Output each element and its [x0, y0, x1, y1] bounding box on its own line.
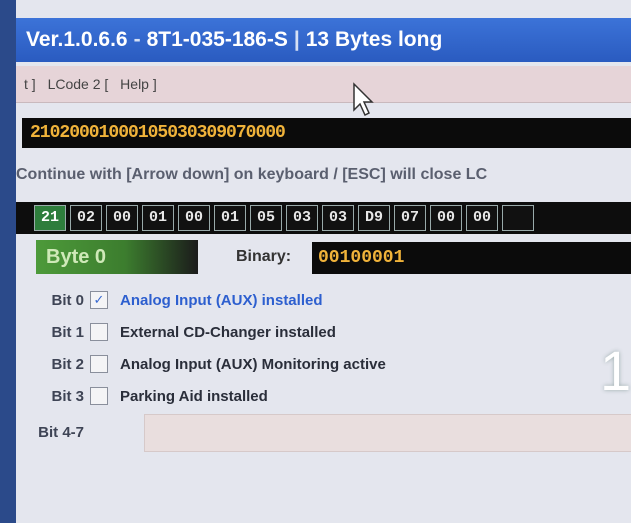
byte-cell-1[interactable]: 02: [70, 205, 102, 231]
coding-hex-string[interactable]: 21020001000105030309070000: [22, 118, 631, 148]
binary-value: 00100001: [312, 242, 631, 274]
byte-cell-5[interactable]: 01: [214, 205, 246, 231]
screen-bezel: [0, 0, 16, 523]
byte-cell-0[interactable]: 21: [34, 205, 66, 231]
menu-item-lcode2[interactable]: LCode 2 [: [48, 76, 109, 92]
bit-0-checkbox[interactable]: ✓: [90, 291, 108, 309]
bit-label: Bit 0: [51, 291, 84, 309]
instruction-text: Continue with [Arrow down] on keyboard /…: [16, 166, 488, 183]
title-bar: Ver.1.0.6.6-8T1-035-186-S | 13 Bytes long: [16, 18, 631, 62]
bit-row-2: Bit 2 Analog Input (AUX) Monitoring acti…: [26, 352, 386, 376]
bit-1-checkbox[interactable]: [90, 323, 108, 341]
bit-row-4-7: Bit 4-7: [26, 420, 90, 444]
bit-label: Bit 1: [51, 323, 84, 341]
byte-cell-6[interactable]: 05: [250, 205, 282, 231]
bit-4-7-field[interactable]: [144, 414, 631, 452]
bit-label: Bit 2: [51, 355, 84, 373]
bit-4-7-label: Bit 4-7: [38, 423, 84, 441]
byte-row: 21 02 00 01 00 01 05 03 03 D9 07 00 00: [16, 202, 631, 234]
screen: Ver.1.0.6.6-8T1-035-186-S | 13 Bytes long …: [0, 0, 631, 523]
byte-cell-empty: [502, 205, 534, 231]
bit-description: Analog Input (AUX) installed: [120, 291, 323, 309]
length-label: 13 Bytes long: [305, 28, 443, 51]
bit-row-0: Bit 0 ✓ Analog Input (AUX) installed: [26, 288, 323, 312]
byte-cell-9[interactable]: D9: [358, 205, 390, 231]
overlay-digit: 1: [600, 339, 631, 402]
menu-bar: t ] LCode 2 [ Help ]: [16, 66, 631, 103]
byte-cell-4[interactable]: 00: [178, 205, 210, 231]
bit-description: Parking Aid installed: [120, 387, 268, 405]
byte-cell-3[interactable]: 01: [142, 205, 174, 231]
bit-description: Analog Input (AUX) Monitoring active: [120, 355, 386, 373]
byte-cell-7[interactable]: 03: [286, 205, 318, 231]
bit-row-3: Bit 3 Parking Aid installed: [26, 384, 268, 408]
bit-3-checkbox[interactable]: [90, 387, 108, 405]
menu-item-help[interactable]: Help ]: [120, 76, 157, 92]
binary-label: Binary:: [236, 248, 292, 265]
byte-cell-12[interactable]: 00: [466, 205, 498, 231]
byte-cell-10[interactable]: 07: [394, 205, 426, 231]
bit-row-1: Bit 1 External CD-Changer installed: [26, 320, 336, 344]
bit-description: External CD-Changer installed: [120, 323, 336, 341]
byte-cell-2[interactable]: 00: [106, 205, 138, 231]
selected-byte-label: Byte 0: [36, 240, 198, 274]
menu-item-1[interactable]: t ]: [24, 76, 36, 92]
bit-label: Bit 3: [51, 387, 84, 405]
bit-2-checkbox[interactable]: [90, 355, 108, 373]
byte-cell-11[interactable]: 00: [430, 205, 462, 231]
part-number: 8T1-035-186-S: [146, 28, 288, 51]
version-label: Ver.1.0.6.6: [26, 28, 128, 51]
mouse-cursor-icon: [353, 82, 374, 117]
byte-cell-8[interactable]: 03: [322, 205, 354, 231]
